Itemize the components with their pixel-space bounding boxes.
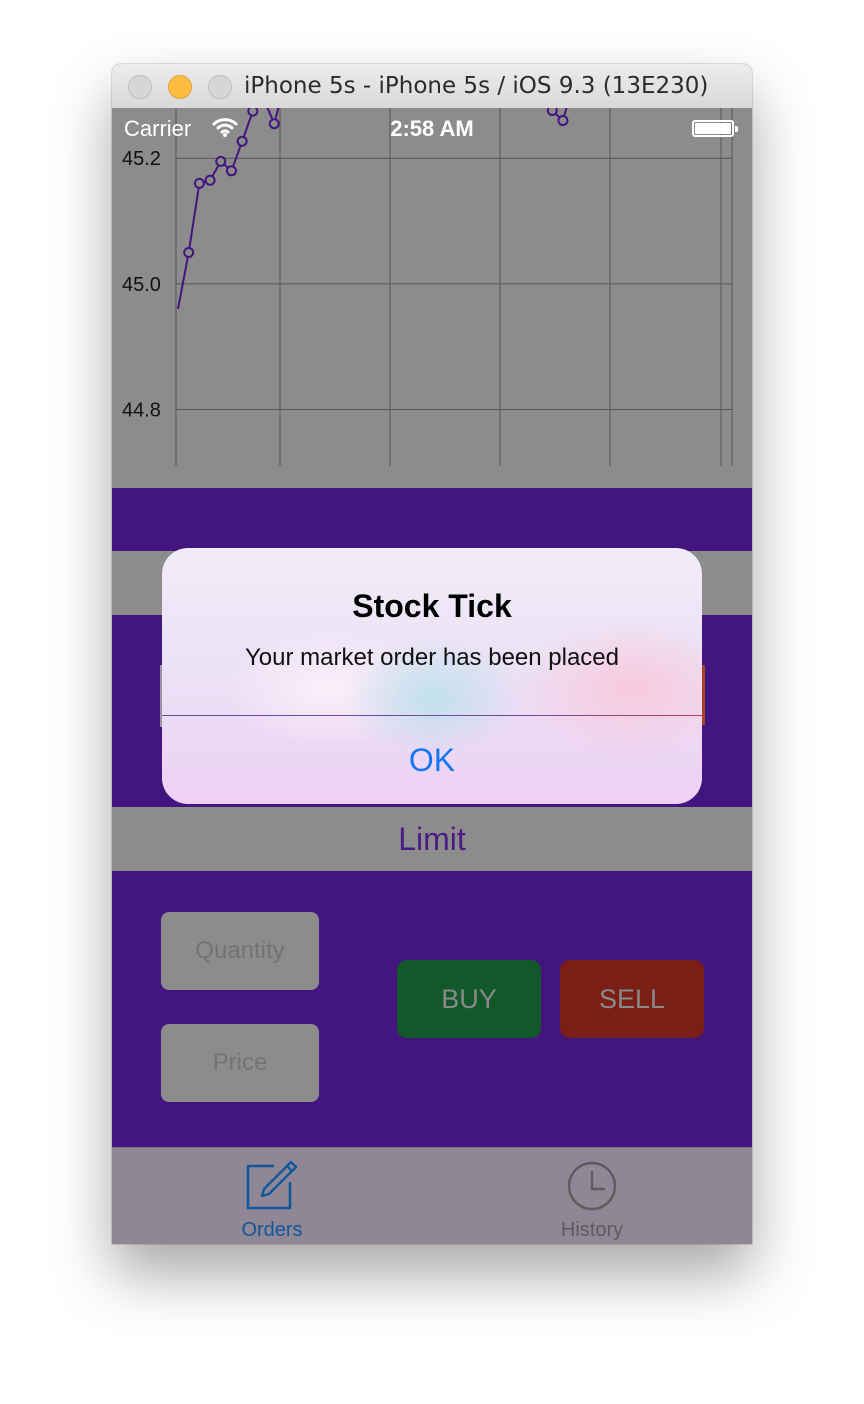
limit-order-panel: BUY SELL [112,871,752,1147]
price-chart: 45.2 45.0 44.8 [122,108,733,466]
zoom-window-button[interactable] [208,75,232,99]
alert-ok-button[interactable]: OK [162,716,702,804]
data-point [183,246,195,258]
compose-icon [246,1160,298,1210]
status-time: 2:58 AM [390,116,474,141]
y-tick-label: 44.8 [122,399,161,421]
sell-button[interactable]: SELL [560,960,704,1038]
tab-orders[interactable]: Orders [112,1148,432,1244]
y-tick-label: 45.0 [122,274,161,296]
quantity-input[interactable] [161,912,319,990]
order-alert-dialog: Stock Tick Your market order has been pl… [162,548,702,804]
alert-message: Your market order has been placed [244,644,619,671]
simulator-window: iPhone 5s - iPhone 5s / iOS 9.3 (13E230)… [112,64,752,1244]
tab-orders-label: Orders [241,1219,303,1241]
tab-history-label: History [560,1219,624,1241]
data-point [215,155,227,167]
alert-title: Stock Tick [352,588,512,624]
market-order-section [112,488,752,551]
buy-button[interactable]: BUY [397,960,541,1038]
window-titlebar: iPhone 5s - iPhone 5s / iOS 9.3 (13E230) [112,64,752,109]
data-point [225,165,237,177]
tab-history[interactable]: History [432,1148,752,1244]
data-point [204,174,216,186]
market-button-edge [702,665,705,725]
battery-icon [692,120,738,137]
tab-bar: Orders History [112,1147,752,1244]
status-bar: Carrier 2:58 AM [112,108,752,148]
close-window-button[interactable] [128,75,152,99]
price-input[interactable] [161,1024,319,1102]
clock-icon [567,1161,617,1211]
limit-label: Limit [398,821,466,857]
minimize-window-button[interactable] [168,75,192,99]
data-point [193,177,205,189]
order-type-row-limit[interactable]: Limit [112,807,752,871]
y-tick-label: 45.2 [122,148,161,170]
device-screen: 45.2 45.0 44.8 Carrier 2:58 AM Limit Qua… [112,108,752,1244]
window-title: iPhone 5s - iPhone 5s / iOS 9.3 (13E230) [244,73,709,99]
